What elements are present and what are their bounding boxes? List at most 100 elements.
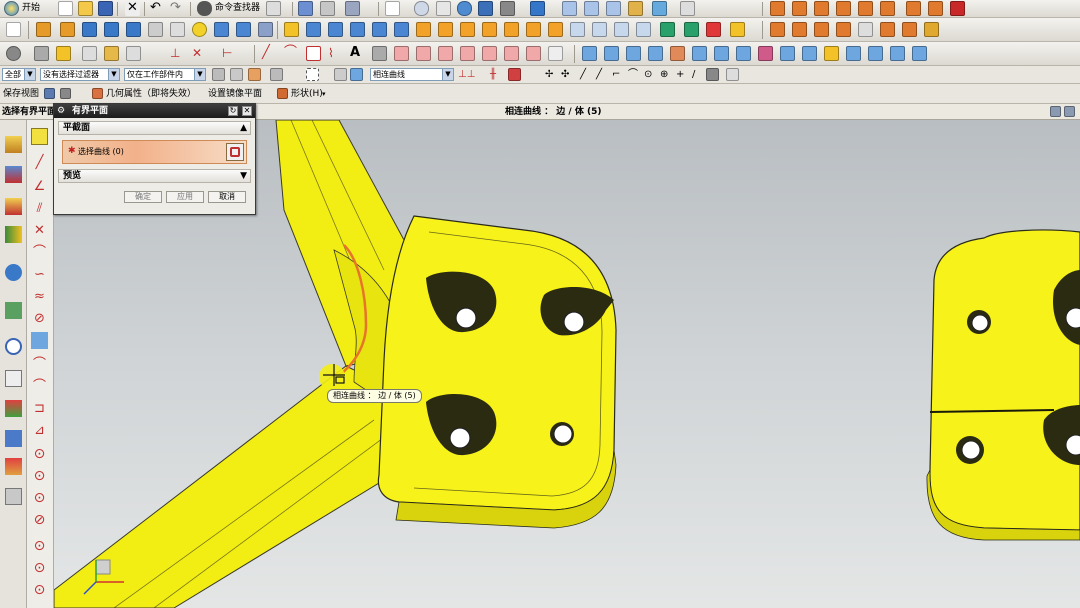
face-select-icon[interactable] bbox=[350, 68, 363, 81]
dialog-titlebar[interactable]: ⚙ 有界平面 ↻ ✕ bbox=[54, 104, 255, 118]
spline-icon[interactable]: ≈ bbox=[31, 288, 48, 305]
arc-3point-icon[interactable]: ⌒ bbox=[31, 356, 48, 373]
view-option-icon[interactable] bbox=[44, 88, 55, 99]
arc-center-icon[interactable]: ⌒ bbox=[31, 378, 48, 395]
mounting-plate[interactable] bbox=[377, 215, 617, 511]
move-icon[interactable] bbox=[320, 1, 335, 16]
view-front-icon[interactable] bbox=[584, 1, 599, 16]
parallel-line-icon[interactable]: ⫽ bbox=[31, 200, 48, 217]
trim-curve-icon[interactable] bbox=[504, 46, 519, 61]
pocket-icon[interactable] bbox=[148, 22, 163, 37]
snap-quadrant-icon[interactable]: ⊕ bbox=[660, 68, 673, 81]
surface-icon-2[interactable] bbox=[604, 46, 619, 61]
extract-curve-icon[interactable] bbox=[526, 46, 541, 61]
command-finder-icon[interactable] bbox=[197, 1, 212, 16]
face-icon-1[interactable] bbox=[592, 22, 607, 37]
sync-resize-icon[interactable] bbox=[730, 22, 745, 37]
snap-tangent-icon[interactable]: ⌐ bbox=[612, 68, 625, 81]
circle-center-icon[interactable]: ⊙ bbox=[31, 446, 48, 463]
surface-icon-14[interactable] bbox=[868, 46, 883, 61]
view-cube-icon[interactable] bbox=[530, 1, 545, 16]
feature-select-icon[interactable] bbox=[248, 68, 261, 81]
command-finder-button[interactable]: 命令查找器 bbox=[215, 1, 260, 15]
surface-icon-12[interactable] bbox=[824, 46, 839, 61]
line-icon[interactable]: ╱ bbox=[31, 154, 48, 171]
curve-rule-dropdown[interactable]: 相连曲线 ▼ bbox=[370, 68, 454, 81]
shell-icon[interactable] bbox=[438, 22, 453, 37]
view-edit-icon[interactable] bbox=[60, 88, 71, 99]
process-studio-icon[interactable] bbox=[5, 400, 22, 417]
tangent-line-icon[interactable]: ✕ bbox=[31, 222, 48, 239]
surface-icon-13[interactable] bbox=[846, 46, 861, 61]
dim-icon-3[interactable]: ⊢ bbox=[222, 46, 237, 61]
cylinder-icon[interactable] bbox=[214, 22, 229, 37]
trim-body-icon[interactable] bbox=[284, 22, 299, 37]
close-icon[interactable]: ✕ bbox=[242, 106, 252, 116]
snap-point-icon[interactable] bbox=[230, 68, 243, 81]
cut-icon[interactable]: ✕ bbox=[125, 1, 140, 16]
cancel-button[interactable]: 取消 bbox=[208, 191, 246, 203]
chevron-up-icon[interactable]: ▲ bbox=[240, 122, 247, 134]
chain-icon[interactable] bbox=[508, 68, 521, 81]
surface-icon-6[interactable] bbox=[692, 46, 707, 61]
surface-icon-16[interactable] bbox=[912, 46, 927, 61]
assembly-icon-9[interactable] bbox=[950, 1, 965, 16]
divide-curve-icon[interactable] bbox=[482, 46, 497, 61]
assembly-icon-6[interactable] bbox=[880, 1, 895, 16]
plane-icon[interactable] bbox=[104, 46, 119, 61]
fit-window-icon[interactable] bbox=[1050, 106, 1061, 117]
surface-icon-10[interactable] bbox=[780, 46, 795, 61]
polyline-icon[interactable]: ⌇ bbox=[328, 46, 343, 61]
pan-icon[interactable] bbox=[436, 1, 451, 16]
text-icon[interactable]: A bbox=[350, 46, 365, 61]
curve-tool-icon-1[interactable] bbox=[770, 22, 785, 37]
offset-curve-icon[interactable] bbox=[394, 46, 409, 61]
select-all-icon[interactable] bbox=[270, 68, 283, 81]
edit-icon[interactable] bbox=[298, 1, 313, 16]
pad-icon[interactable] bbox=[126, 22, 141, 37]
surface-icon-15[interactable] bbox=[890, 46, 905, 61]
second-part[interactable] bbox=[929, 229, 1080, 531]
chevron-down-icon[interactable]: ▼ bbox=[240, 170, 247, 182]
visibility-icon[interactable] bbox=[652, 1, 667, 16]
axis-icon[interactable] bbox=[126, 46, 141, 61]
line-icon[interactable]: ╱ bbox=[262, 46, 277, 61]
gear-icon[interactable]: ⚙ bbox=[57, 104, 65, 118]
helix-icon[interactable] bbox=[372, 46, 387, 61]
revolve-icon[interactable] bbox=[60, 22, 75, 37]
undo-icon[interactable]: ↶ bbox=[150, 1, 165, 16]
save-icon[interactable] bbox=[98, 1, 113, 16]
snap-existing-icon[interactable]: + bbox=[676, 68, 689, 81]
select-icon[interactable] bbox=[345, 1, 360, 16]
arc-icon[interactable]: ⌒ bbox=[284, 46, 299, 61]
geometry-props-button[interactable]: 几何属性（即将失效） bbox=[106, 87, 196, 101]
arc-line-icon[interactable]: ⌒ bbox=[31, 244, 48, 261]
rotate-icon[interactable] bbox=[457, 1, 472, 16]
curve-tool-icon-7[interactable] bbox=[902, 22, 917, 37]
rectangle-icon[interactable] bbox=[306, 46, 321, 61]
surface-icon-8[interactable] bbox=[736, 46, 751, 61]
circle-tangent-icon[interactable]: ∽ bbox=[31, 266, 48, 283]
sync-delete-icon[interactable] bbox=[706, 22, 721, 37]
dim-icon-1[interactable]: ⊥ bbox=[170, 46, 185, 61]
circle-3point-icon[interactable]: ⊙ bbox=[31, 468, 48, 485]
snap-center-icon[interactable]: ╱ bbox=[596, 68, 609, 81]
assembly-icon-8[interactable] bbox=[928, 1, 943, 16]
cone-icon[interactable] bbox=[258, 22, 273, 37]
offset-face-icon[interactable] bbox=[482, 22, 497, 37]
snap-icon[interactable] bbox=[266, 1, 281, 16]
follow-fillet-icon[interactable]: ╫ bbox=[490, 68, 503, 81]
surface-icon-3[interactable] bbox=[626, 46, 641, 61]
surface-icon-11[interactable] bbox=[802, 46, 817, 61]
datum-icon[interactable] bbox=[56, 46, 71, 61]
constraint-navigator-icon[interactable] bbox=[5, 166, 22, 183]
surface-icon-9[interactable] bbox=[758, 46, 773, 61]
scale-body-icon[interactable] bbox=[504, 22, 519, 37]
type-filter-dropdown[interactable]: 全部 ▼ bbox=[2, 68, 36, 81]
roles-icon[interactable] bbox=[5, 458, 22, 475]
unite-icon[interactable] bbox=[328, 22, 343, 37]
reset-icon[interactable]: ↻ bbox=[228, 106, 238, 116]
sketch-curve-icon[interactable] bbox=[31, 128, 48, 145]
arc-tangent-icon[interactable]: ⊐ bbox=[31, 400, 48, 417]
surface-icon-1[interactable] bbox=[582, 46, 597, 61]
